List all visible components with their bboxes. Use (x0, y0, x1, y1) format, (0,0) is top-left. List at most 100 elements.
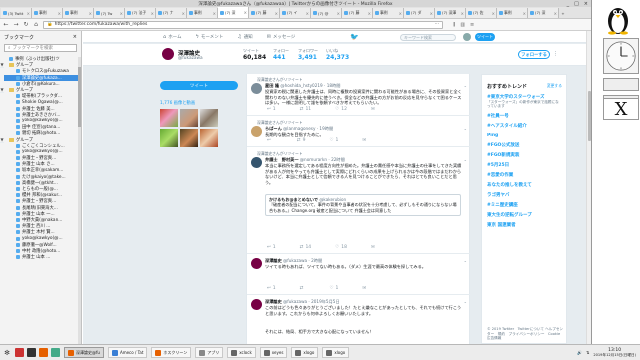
tab-close-icon[interactable]: × (492, 11, 495, 16)
bookmark-search-input[interactable]: ⌕ ブックマークを検索 (4, 44, 77, 52)
start-menu-icon[interactable]: ✻ (2, 347, 12, 359)
trend-item[interactable]: #社員一号 (487, 113, 561, 119)
browser-tab[interactable]: 事例 × (187, 8, 218, 18)
tweet-author-name[interactable]: 星田 隆 (265, 83, 279, 88)
trend-item[interactable]: 東大生の逆転グループ (487, 212, 561, 218)
trend-item[interactable]: あなたの推しを教えて (487, 182, 561, 188)
tab-close-icon[interactable]: × (461, 11, 464, 16)
tweet-avatar[interactable] (251, 126, 262, 137)
profile-stat[interactable]: フォロー 441 (273, 48, 289, 61)
trend-item[interactable]: ラゴ男ヤバ (487, 192, 561, 198)
like-button[interactable]: ♡ 1 (329, 138, 338, 143)
trend-item[interactable]: #ヘアスタイル紹介 (487, 123, 561, 129)
media-thumbnail[interactable] (180, 129, 198, 147)
tweet-menu-chevron-icon[interactable]: ⌄ (464, 299, 467, 304)
browser-tab[interactable]: (7) ダ × (404, 8, 435, 18)
tab-close-icon[interactable]: × (337, 11, 340, 16)
sidebar-scrollbar[interactable] (78, 57, 81, 344)
maximize-icon[interactable]: □ (574, 1, 579, 7)
trend-item[interactable]: #東京大学のスターウォーズ 「スターウォーズ」の新作が東京で話題になっています (487, 94, 561, 109)
sidebar-title[interactable]: ブックマーク (4, 34, 34, 41)
tweet-menu-chevron-icon[interactable]: ⌄ (464, 258, 467, 263)
reply-button[interactable]: ↩ (267, 138, 273, 143)
window-titlebar[interactable]: 深澤論史@fukazawaさん（@fukazawaa）| Twitterからの画… (0, 0, 591, 7)
back-icon[interactable]: ← (3, 21, 9, 28)
dm-icon[interactable]: ✉ (371, 107, 375, 112)
tab-close-icon[interactable]: × (275, 11, 278, 16)
media-count-link[interactable]: 1,776 画像と動画 (160, 100, 238, 106)
close-icon[interactable]: × (584, 1, 588, 7)
tweet-menu-chevron-icon[interactable]: ⌄ (464, 157, 467, 162)
tab-close-icon[interactable]: × (120, 11, 123, 16)
tab-close-icon[interactable]: × (213, 11, 216, 16)
network-icon[interactable]: ⇅ (586, 350, 589, 355)
tab-close-icon[interactable]: × (151, 11, 154, 16)
retweet-button[interactable]: ⇄ 9 (297, 138, 306, 143)
more-options-icon[interactable]: ⋮ (553, 51, 558, 57)
tab-close-icon[interactable]: × (306, 11, 309, 16)
reload-icon[interactable]: ↻ (23, 21, 29, 28)
nav-notifications[interactable]: ♫ 通知 (237, 34, 252, 40)
browser-tab[interactable]: (7) 深澤 × (435, 8, 466, 18)
new-tab-button[interactable]: + (559, 8, 567, 18)
twitter-bird-icon[interactable]: 🐦 (350, 33, 359, 41)
nav-home[interactable]: ⌂ ホーム (163, 34, 182, 40)
retweet-button[interactable]: ⇄ (300, 286, 306, 291)
terminal-launcher-icon[interactable] (27, 348, 36, 357)
tweet-author-name[interactable]: らぱーん (265, 126, 282, 131)
reply-button[interactable]: ↩ 1 (267, 107, 276, 112)
forward-icon[interactable]: → (13, 21, 19, 28)
taskbar-task[interactable]: Ameco / Tat (107, 347, 148, 358)
browser-tab[interactable]: (7) 深 × (218, 7, 249, 18)
minimize-icon[interactable]: _ (567, 1, 570, 7)
tab-close-icon[interactable]: × (399, 11, 402, 16)
bookmark-item[interactable]: 弁護士 山本 ... (4, 254, 81, 260)
browser-tab[interactable]: (7) 法子 × (125, 8, 156, 18)
media-thumbnail[interactable] (180, 109, 198, 127)
taskbar-task[interactable]: ホスクリーン (151, 347, 192, 358)
tab-close-icon[interactable]: × (89, 11, 92, 16)
compose-tweet-button[interactable]: ツイート (475, 33, 495, 41)
like-button[interactable]: ♡ 18 (335, 245, 347, 250)
taskbar-task[interactable]: xeyes (259, 347, 288, 358)
trend-item[interactable]: #ミニ歴史講座 (487, 202, 561, 208)
retweet-button[interactable]: ⇄ 14 (300, 245, 312, 250)
xlogo-widget[interactable]: X (603, 98, 639, 120)
xeyes-widget[interactable] (603, 78, 639, 91)
volume-icon[interactable]: 🔊 (577, 350, 582, 355)
library-icon[interactable]: ⫼ (453, 22, 455, 28)
tweet-avatar[interactable] (251, 157, 262, 168)
retweet-button[interactable]: ⇄ 11 (300, 107, 312, 112)
menu-icon[interactable]: ≡ (470, 22, 474, 28)
taskbar-task[interactable]: アプリ (195, 347, 224, 358)
browser-tab[interactable]: 事例 × (63, 8, 94, 18)
account-avatar[interactable] (463, 33, 471, 41)
tab-close-icon[interactable]: × (244, 10, 247, 15)
browser-tab[interactable]: 事例 × (32, 8, 63, 18)
twitter-search-input[interactable]: キーワード検索 (400, 34, 456, 41)
sidebar-toggle-icon[interactable]: ▥ (460, 22, 465, 28)
firefox-launcher-icon[interactable] (39, 348, 48, 357)
nav-moments[interactable]: ϟ モーメント (196, 34, 224, 40)
taskbar-task[interactable]: xlogo (322, 347, 350, 358)
tweet-author-name[interactable]: 深澤論史 (265, 299, 282, 304)
trend-item[interactable]: #5月25日 (487, 162, 561, 168)
media-thumbnail[interactable] (160, 109, 178, 127)
tab-close-icon[interactable]: × (182, 11, 185, 16)
browser-tab[interactable]: (7) 深 × (528, 8, 559, 18)
dm-icon[interactable]: ✉ (362, 138, 366, 143)
reply-button[interactable]: ↩ 1 (267, 245, 276, 250)
browser-tab[interactable]: (7) 佐 × (466, 8, 497, 18)
browser-tab[interactable]: (7) 藤 × (342, 8, 373, 18)
profile-stat[interactable]: いいね 24,373 (326, 48, 349, 61)
browser-tab[interactable]: (7) 藤 × (249, 8, 280, 18)
browser-tab[interactable]: 事例 × (497, 8, 528, 18)
browser-tab[interactable]: (7) Tw × (94, 8, 125, 18)
tweet-to-button[interactable]: ツイート (160, 81, 238, 90)
tab-close-icon[interactable]: × (554, 11, 557, 16)
nav-messages[interactable]: ✉ メッセージ (267, 34, 296, 40)
xclock-widget[interactable] (603, 38, 639, 74)
tweet-author-name[interactable]: 弁護士 野村英一 (265, 157, 299, 162)
profile-stat[interactable]: ツイート 60,184 (243, 48, 266, 61)
tab-close-icon[interactable]: × (430, 11, 433, 16)
